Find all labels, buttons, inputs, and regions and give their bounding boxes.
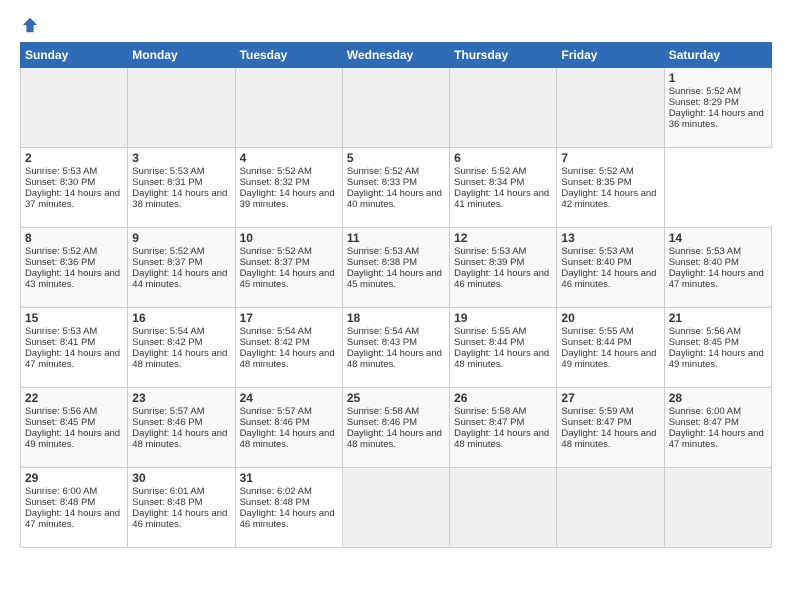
calendar-week-4: 15Sunrise: 5:53 AMSunset: 8:41 PMDayligh… — [21, 308, 772, 388]
column-header-tuesday: Tuesday — [235, 43, 342, 68]
calendar-cell-13: 13Sunrise: 5:53 AMSunset: 8:40 PMDayligh… — [557, 228, 664, 308]
calendar-page: SundayMondayTuesdayWednesdayThursdayFrid… — [0, 0, 792, 612]
calendar-body: 1Sunrise: 5:52 AMSunset: 8:29 PMDaylight… — [21, 68, 772, 548]
calendar-cell-28: 28Sunrise: 6:00 AMSunset: 8:47 PMDayligh… — [664, 388, 771, 468]
empty-cell — [128, 68, 235, 148]
empty-cell — [21, 68, 128, 148]
calendar-cell-31: 31Sunrise: 6:02 AMSunset: 8:48 PMDayligh… — [235, 468, 342, 548]
empty-cell — [342, 468, 449, 548]
calendar-table: SundayMondayTuesdayWednesdayThursdayFrid… — [20, 42, 772, 548]
column-header-wednesday: Wednesday — [342, 43, 449, 68]
calendar-cell-29: 29Sunrise: 6:00 AMSunset: 8:48 PMDayligh… — [21, 468, 128, 548]
calendar-cell-4: 4Sunrise: 5:52 AMSunset: 8:32 PMDaylight… — [235, 148, 342, 228]
calendar-cell-20: 20Sunrise: 5:55 AMSunset: 8:44 PMDayligh… — [557, 308, 664, 388]
calendar-cell-26: 26Sunrise: 5:58 AMSunset: 8:47 PMDayligh… — [450, 388, 557, 468]
calendar-cell-5: 5Sunrise: 5:52 AMSunset: 8:33 PMDaylight… — [342, 148, 449, 228]
calendar-cell-2: 2Sunrise: 5:53 AMSunset: 8:30 PMDaylight… — [21, 148, 128, 228]
empty-cell — [664, 468, 771, 548]
calendar-cell-1: 1Sunrise: 5:52 AMSunset: 8:29 PMDaylight… — [664, 68, 771, 148]
empty-cell — [557, 468, 664, 548]
calendar-header-row: SundayMondayTuesdayWednesdayThursdayFrid… — [21, 43, 772, 68]
column-header-thursday: Thursday — [450, 43, 557, 68]
calendar-cell-11: 11Sunrise: 5:53 AMSunset: 8:38 PMDayligh… — [342, 228, 449, 308]
calendar-week-2: 2Sunrise: 5:53 AMSunset: 8:30 PMDaylight… — [21, 148, 772, 228]
empty-cell — [557, 68, 664, 148]
logo — [20, 16, 39, 34]
logo-icon — [21, 16, 39, 34]
calendar-cell-24: 24Sunrise: 5:57 AMSunset: 8:46 PMDayligh… — [235, 388, 342, 468]
calendar-cell-9: 9Sunrise: 5:52 AMSunset: 8:37 PMDaylight… — [128, 228, 235, 308]
calendar-cell-10: 10Sunrise: 5:52 AMSunset: 8:37 PMDayligh… — [235, 228, 342, 308]
calendar-cell-3: 3Sunrise: 5:53 AMSunset: 8:31 PMDaylight… — [128, 148, 235, 228]
column-header-saturday: Saturday — [664, 43, 771, 68]
calendar-week-1: 1Sunrise: 5:52 AMSunset: 8:29 PMDaylight… — [21, 68, 772, 148]
calendar-cell-6: 6Sunrise: 5:52 AMSunset: 8:34 PMDaylight… — [450, 148, 557, 228]
calendar-cell-19: 19Sunrise: 5:55 AMSunset: 8:44 PMDayligh… — [450, 308, 557, 388]
empty-cell — [450, 468, 557, 548]
calendar-cell-22: 22Sunrise: 5:56 AMSunset: 8:45 PMDayligh… — [21, 388, 128, 468]
empty-cell — [342, 68, 449, 148]
calendar-cell-14: 14Sunrise: 5:53 AMSunset: 8:40 PMDayligh… — [664, 228, 771, 308]
calendar-week-3: 8Sunrise: 5:52 AMSunset: 8:36 PMDaylight… — [21, 228, 772, 308]
calendar-week-6: 29Sunrise: 6:00 AMSunset: 8:48 PMDayligh… — [21, 468, 772, 548]
calendar-cell-12: 12Sunrise: 5:53 AMSunset: 8:39 PMDayligh… — [450, 228, 557, 308]
calendar-cell-30: 30Sunrise: 6:01 AMSunset: 8:48 PMDayligh… — [128, 468, 235, 548]
column-header-sunday: Sunday — [21, 43, 128, 68]
calendar-cell-8: 8Sunrise: 5:52 AMSunset: 8:36 PMDaylight… — [21, 228, 128, 308]
calendar-cell-27: 27Sunrise: 5:59 AMSunset: 8:47 PMDayligh… — [557, 388, 664, 468]
calendar-cell-23: 23Sunrise: 5:57 AMSunset: 8:46 PMDayligh… — [128, 388, 235, 468]
calendar-cell-16: 16Sunrise: 5:54 AMSunset: 8:42 PMDayligh… — [128, 308, 235, 388]
calendar-cell-15: 15Sunrise: 5:53 AMSunset: 8:41 PMDayligh… — [21, 308, 128, 388]
calendar-cell-25: 25Sunrise: 5:58 AMSunset: 8:46 PMDayligh… — [342, 388, 449, 468]
calendar-cell-7: 7Sunrise: 5:52 AMSunset: 8:35 PMDaylight… — [557, 148, 664, 228]
calendar-cell-18: 18Sunrise: 5:54 AMSunset: 8:43 PMDayligh… — [342, 308, 449, 388]
column-header-friday: Friday — [557, 43, 664, 68]
column-header-monday: Monday — [128, 43, 235, 68]
calendar-cell-17: 17Sunrise: 5:54 AMSunset: 8:42 PMDayligh… — [235, 308, 342, 388]
header — [20, 16, 772, 34]
empty-cell — [235, 68, 342, 148]
empty-cell — [450, 68, 557, 148]
calendar-cell-21: 21Sunrise: 5:56 AMSunset: 8:45 PMDayligh… — [664, 308, 771, 388]
calendar-week-5: 22Sunrise: 5:56 AMSunset: 8:45 PMDayligh… — [21, 388, 772, 468]
